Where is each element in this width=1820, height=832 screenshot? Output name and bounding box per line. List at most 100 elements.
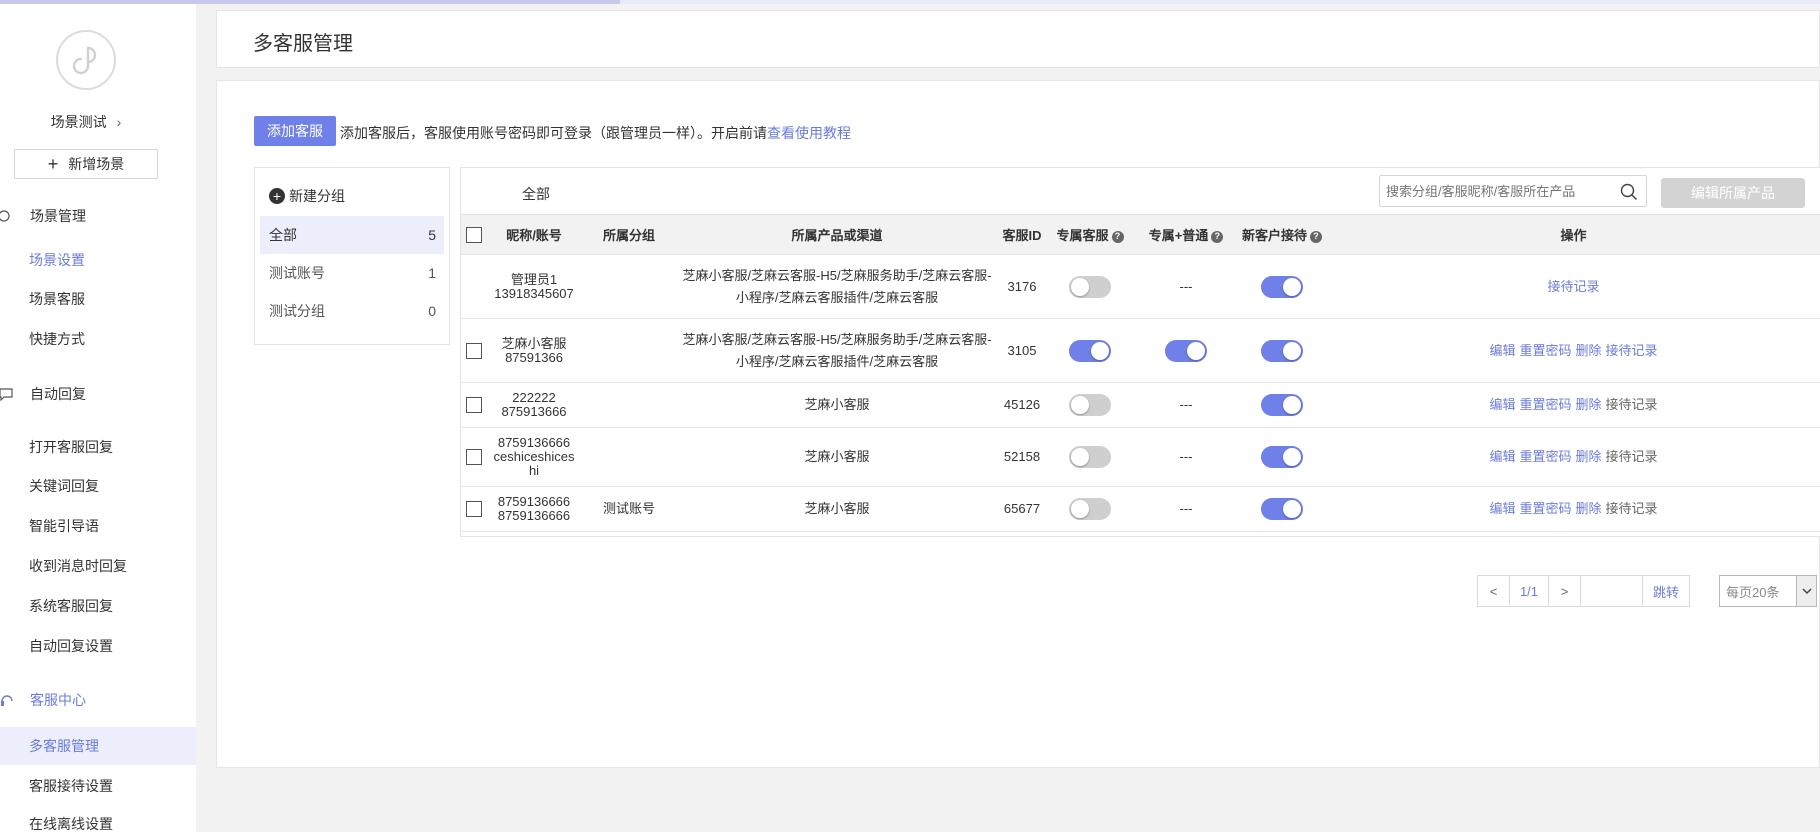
jump-button[interactable]: 跳转 (1642, 575, 1690, 607)
service-id: 65677 (997, 486, 1047, 532)
reception-record-link[interactable]: 接待记录 (1606, 449, 1658, 464)
nav-item-shortcut[interactable]: 快捷方式 (0, 320, 196, 358)
nav-item-keyword-reply[interactable]: 关键词回复 (0, 467, 196, 505)
service-product: 芝麻小客服 (677, 486, 997, 532)
select-all-checkbox[interactable] (466, 226, 482, 243)
row-checkbox[interactable] (466, 449, 482, 465)
reception-record-link[interactable]: 接待记录 (1547, 279, 1599, 294)
reset-password-link[interactable]: 重置密码 (1519, 449, 1571, 464)
exclusive-normal-toggle[interactable] (1165, 339, 1207, 362)
add-scene-label: 新增场景 (68, 156, 125, 172)
help-icon[interactable]: ? (1310, 230, 1322, 243)
service-id: 45126 (997, 382, 1047, 428)
service-group (581, 318, 677, 383)
delete-link[interactable]: 删除 (1576, 501, 1602, 516)
row-checkbox[interactable] (466, 501, 482, 517)
pagination: < 1/1 > 跳转 (1477, 575, 1690, 607)
next-page-button[interactable]: > (1548, 575, 1581, 607)
exclusive-toggle[interactable] (1069, 339, 1111, 362)
add-scene-button[interactable]: + 新增场景 (14, 149, 158, 179)
plus-icon: + (47, 154, 59, 174)
exclusive-toggle[interactable] (1069, 394, 1111, 416)
reset-password-link[interactable]: 重置密码 (1519, 343, 1571, 358)
reset-password-link[interactable]: 重置密码 (1519, 397, 1571, 412)
service-group (581, 427, 677, 487)
reception-record-link[interactable]: 接待记录 (1606, 397, 1658, 412)
service-group: 测试账号 (581, 486, 677, 532)
exclusive-normal-value: --- (1133, 486, 1239, 532)
service-account-line: ceshiceshices (493, 449, 575, 464)
col-header-exclusive-normal: 专属+普通? (1133, 215, 1239, 255)
service-id: 52158 (997, 427, 1047, 487)
new-group-button[interactable]: + 新建分组 (269, 186, 345, 206)
service-name: 8759136666 (497, 435, 571, 450)
new-customer-toggle[interactable] (1261, 339, 1303, 362)
nav-item-scene-service[interactable]: 场景客服 (0, 280, 196, 318)
per-page-value: 每页20条 (1726, 584, 1780, 600)
nav-item-reception-settings[interactable]: 客服接待设置 (0, 767, 196, 805)
group-item[interactable]: 测试账号 1 (260, 254, 444, 292)
edit-product-button[interactable]: 编辑所属产品 (1661, 178, 1805, 208)
page-jump-input[interactable] (1580, 575, 1643, 607)
per-page-select[interactable]: 每页20条 (1719, 575, 1817, 607)
group-item[interactable]: 全部 5 (260, 216, 444, 254)
help-icon[interactable]: ? (1111, 230, 1124, 243)
search-icon[interactable] (1620, 183, 1638, 204)
service-product: 芝麻小客服/芝麻云客服-H5/芝麻服务助手/芝麻云客服-小程序/芝麻云客服插件/… (677, 318, 997, 383)
exclusive-toggle[interactable] (1069, 446, 1111, 468)
delete-link[interactable]: 删除 (1576, 397, 1602, 412)
reset-password-link[interactable]: 重置密码 (1519, 501, 1571, 516)
service-name: 8759136666 (497, 494, 571, 509)
nav-item-system-reply[interactable]: 系统客服回复 (0, 587, 196, 625)
service-product: 芝麻小客服 (677, 427, 997, 487)
col-header-label: 专属+普通 (1148, 228, 1209, 243)
nav-group-auto-reply[interactable]: 自动回复 (0, 384, 86, 404)
service-account: 87591366 (505, 349, 563, 365)
nav-item-message-reply[interactable]: 收到消息时回复 (0, 547, 196, 585)
new-customer-toggle[interactable] (1261, 446, 1303, 468)
table-row: 222222 875913666 芝麻小客服 45126 --- 编辑 重置密码 删除… (461, 382, 1820, 428)
edit-link[interactable]: 编辑 (1489, 397, 1515, 412)
nav-group-scene-management[interactable]: 场景管理 (0, 206, 86, 226)
service-id: 3176 (997, 254, 1047, 319)
nav-item-online-offline[interactable]: 在线离线设置 (0, 805, 196, 832)
row-checkbox[interactable] (466, 397, 482, 413)
group-count: 1 (428, 265, 436, 281)
delete-link[interactable]: 删除 (1576, 449, 1602, 464)
nav-item-open-reply[interactable]: 打开客服回复 (0, 428, 196, 466)
exclusive-toggle[interactable] (1069, 275, 1111, 298)
edit-link[interactable]: 编辑 (1489, 501, 1515, 516)
tutorial-link[interactable]: 查看使用教程 (767, 125, 851, 141)
table-row: 管理员1 13918345607 芝麻小客服/芝麻云客服-H5/芝麻服务助手/芝麻… (461, 254, 1820, 319)
col-header: 昵称/账号 (506, 228, 562, 243)
new-customer-toggle[interactable] (1261, 394, 1303, 416)
reception-record-link[interactable]: 接待记录 (1606, 343, 1658, 358)
new-customer-toggle[interactable] (1261, 275, 1303, 298)
edit-link[interactable]: 编辑 (1489, 449, 1515, 464)
help-icon[interactable]: ? (1211, 230, 1224, 243)
nav-item-scene-settings[interactable]: 场景设置 (0, 241, 196, 279)
nav-item-smart-guide[interactable]: 智能引导语 (0, 507, 196, 545)
prev-page-button[interactable]: < (1477, 575, 1510, 607)
nav-item-auto-reply-settings[interactable]: 自动回复设置 (0, 627, 196, 665)
delete-link[interactable]: 删除 (1576, 343, 1602, 358)
exclusive-toggle[interactable] (1069, 498, 1111, 520)
add-service-button[interactable]: 添加客服 (254, 116, 336, 146)
service-account: 13918345607 (494, 285, 574, 301)
sidebar: 场景测试 › + 新增场景 场景管理 场景设置 场景客服 快捷方式 自动回复 打开… (0, 4, 196, 832)
nav-group-service-center[interactable]: 客服中心 (0, 690, 86, 710)
group-item[interactable]: 测试分组 0 (260, 292, 444, 330)
top-progress-line (0, 0, 1820, 4)
service-group (581, 382, 677, 428)
service-name: 芝麻小客服 (501, 335, 567, 351)
chevron-down-icon (1796, 576, 1816, 606)
edit-link[interactable]: 编辑 (1489, 343, 1515, 358)
group-name: 测试账号 (269, 265, 325, 281)
search-input[interactable] (1380, 176, 1610, 206)
row-checkbox[interactable] (466, 342, 482, 359)
scene-switcher[interactable]: 场景测试 › (0, 112, 172, 132)
reception-record-link[interactable]: 接待记录 (1606, 501, 1658, 516)
new-customer-toggle[interactable] (1261, 498, 1303, 520)
nav-item-multi-service[interactable]: 多客服管理 (0, 727, 196, 765)
exclusive-normal-value: --- (1133, 254, 1239, 319)
